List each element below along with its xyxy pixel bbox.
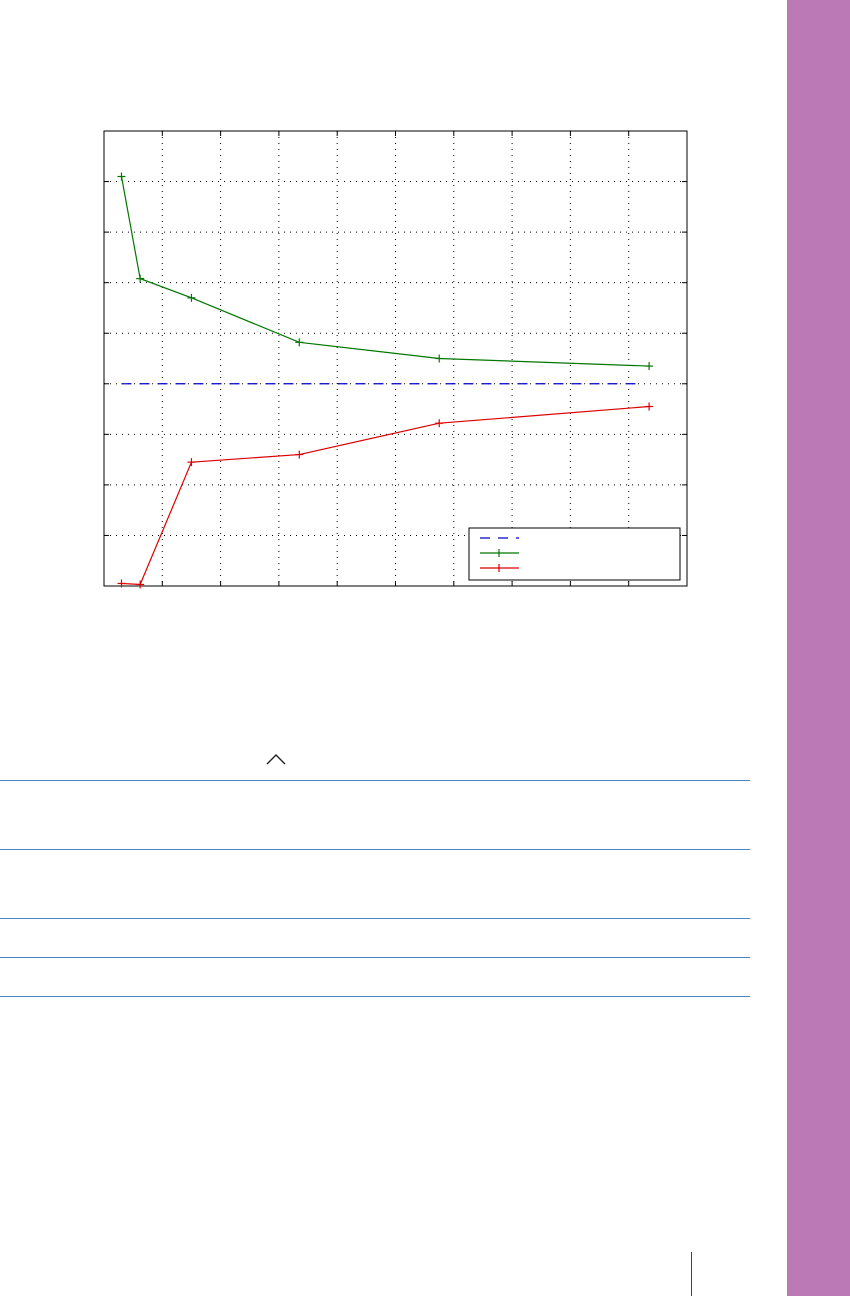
data-point-upper [117, 172, 126, 181]
data-point-lower [295, 450, 304, 459]
chevron-up-icon[interactable] [265, 752, 287, 766]
series-line-upper [120, 176, 650, 367]
table-rule [0, 849, 750, 850]
side-color-band [787, 0, 850, 1296]
chart-legend [468, 527, 681, 581]
data-point-lower [187, 458, 196, 467]
line-chart [103, 130, 688, 589]
series-lines [117, 172, 654, 589]
data-point-lower [645, 402, 654, 411]
table-rule [0, 918, 750, 919]
plot-frame [103, 130, 688, 587]
table-rule [0, 996, 750, 997]
axis-ticks [104, 131, 687, 586]
data-point-lower [435, 419, 444, 428]
table-rule [0, 957, 750, 958]
legend-box [468, 527, 681, 581]
data-point-upper [645, 362, 654, 371]
table-rule [0, 780, 750, 781]
chart-grid [104, 131, 687, 586]
data-point-upper [435, 354, 444, 363]
data-point-lower [136, 580, 145, 589]
data-point-upper [295, 338, 304, 347]
data-point-upper [136, 274, 145, 283]
page-footer-divider [691, 1252, 692, 1296]
data-point-upper [187, 293, 196, 302]
